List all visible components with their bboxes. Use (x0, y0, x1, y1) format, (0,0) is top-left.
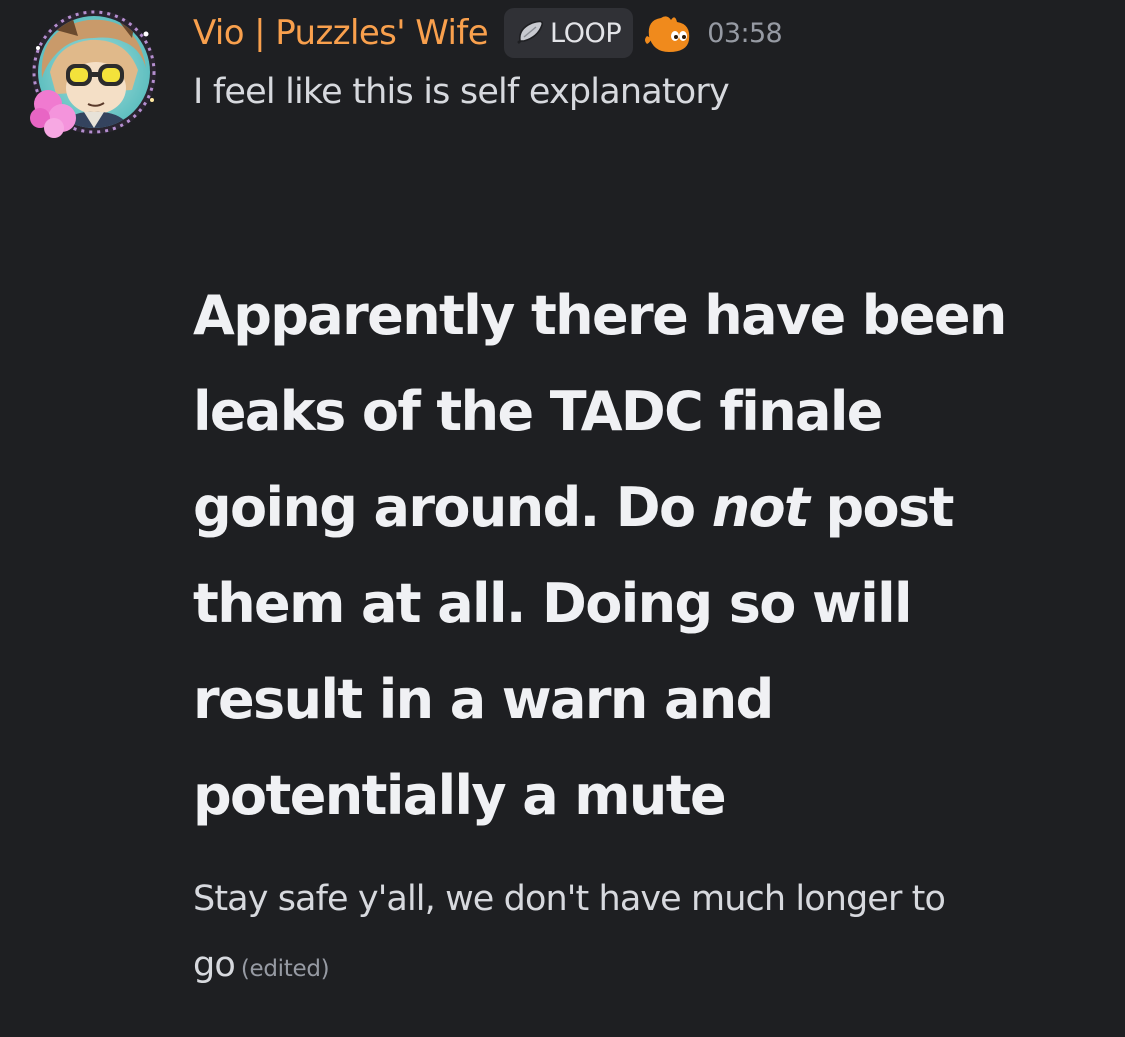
heading-line: them at all. Doing so will (193, 572, 913, 635)
footer-line: Stay safe y'all, we don't have much long… (193, 879, 946, 919)
username[interactable]: Vio | Puzzles' Wife (193, 13, 489, 53)
tag-label: LOOP (550, 17, 622, 49)
heading-text: post (808, 476, 954, 539)
timestamp[interactable]: 03:58 (707, 18, 782, 49)
message-header: Vio | Puzzles' Wife LOOP 03:58 (193, 6, 783, 60)
character-avatar-icon (30, 10, 156, 138)
heading-line: potentially a mute (193, 764, 727, 827)
heading-text: going around. Do (193, 476, 712, 539)
message-intro-text: I feel like this is self explanatory (193, 72, 730, 112)
edited-indicator[interactable]: (edited) (241, 956, 330, 982)
server-tag[interactable]: LOOP (504, 8, 634, 58)
heading-emphasis: not (711, 476, 810, 539)
message-footer-text: Stay safe y'all, we don't have much long… (193, 866, 1103, 1002)
message-heading: Apparently there have been leaks of the … (193, 268, 1113, 844)
heading-line: going around. Do not post (193, 460, 1113, 556)
footer-text: go (193, 945, 236, 985)
orange-ghost-icon[interactable] (643, 12, 695, 54)
heading-line: result in a warn and (193, 668, 774, 731)
heading-line: leaks of the TADC finale (193, 380, 883, 443)
heading-line: Apparently there have been (193, 284, 1007, 347)
chat-message: Vio | Puzzles' Wife LOOP 03:58 I feel li… (0, 0, 1125, 1037)
footer-line: go (edited) (193, 932, 1103, 1002)
feather-icon (517, 20, 544, 44)
avatar[interactable] (28, 8, 162, 138)
